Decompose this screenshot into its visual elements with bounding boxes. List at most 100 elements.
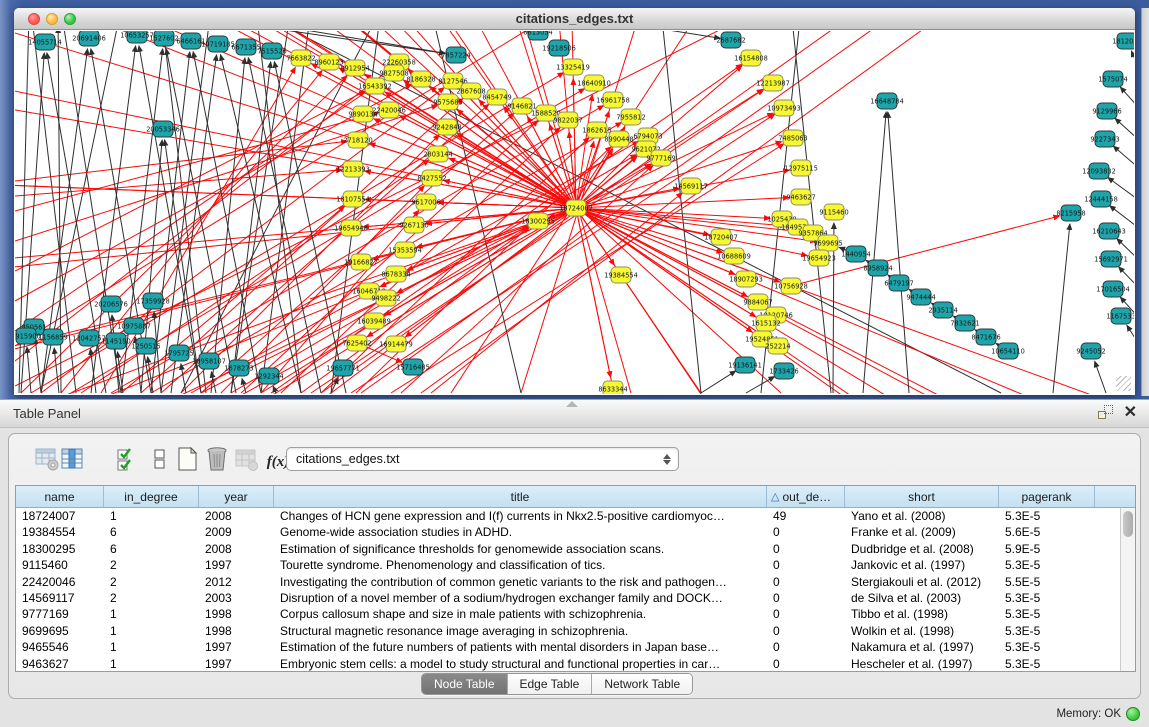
graph-node[interactable]: 18907293	[729, 271, 763, 287]
tab-node-table[interactable]: Node Table	[422, 674, 508, 694]
graph-node[interactable]: 9227343	[1090, 131, 1119, 147]
graph-node[interactable]: 16914479	[379, 336, 413, 352]
table-row[interactable]: 1830029562008Estimation of significance …	[16, 541, 1135, 557]
graph-node[interactable]: 6479197	[884, 275, 913, 291]
select-columns-icon[interactable]	[114, 445, 141, 472]
graph-node[interactable]: 19654923	[802, 250, 836, 266]
table-selector-dropdown[interactable]: citations_edges.txt	[286, 447, 679, 471]
table-row[interactable]: 977716911998Corpus callosum shape and si…	[16, 606, 1135, 622]
table-row[interactable]: 1938455462009Genome-wide association stu…	[16, 524, 1135, 540]
table-row[interactable]: 911546021997Tourette syndrome. Phenomeno…	[16, 557, 1135, 573]
table-row[interactable]: 2242004622012Investigating the contribut…	[16, 574, 1135, 590]
graph-node[interactable]: 16961758	[596, 92, 630, 108]
graph-node[interactable]: 19218506	[542, 40, 576, 56]
svg-text:9890134: 9890134	[348, 110, 377, 118]
graph-node[interactable]: 8813054	[523, 31, 552, 40]
tab-edge-table[interactable]: Edge Table	[508, 674, 593, 694]
graph-node[interactable]: 12213987	[756, 75, 790, 91]
graph-node[interactable]: 12975115	[784, 160, 818, 176]
zoom-window-button[interactable]	[64, 13, 76, 25]
row-height-icon[interactable]	[147, 445, 174, 472]
graph-node[interactable]: 2803144	[423, 146, 452, 162]
delete-table-icon[interactable]	[204, 445, 231, 472]
graph-node[interactable]: 9129966	[1092, 103, 1121, 119]
graph-node[interactable]: 1575074	[1098, 71, 1127, 87]
scrollbar-thumb[interactable]	[1123, 511, 1133, 537]
graph-node[interactable]: 14055714	[28, 34, 62, 50]
graph-node[interactable]: 8678334	[381, 266, 410, 282]
graph-node[interactable]: 9267130	[399, 217, 428, 233]
column-header-year[interactable]: year	[199, 486, 274, 507]
graph-node[interactable]: 13325419	[556, 59, 590, 75]
graph-node[interactable]: 16154808	[734, 50, 768, 66]
graph-node[interactable]: 1812054	[1112, 33, 1134, 49]
splitter-handle-icon[interactable]	[566, 401, 578, 407]
table-row[interactable]: 969969511998Structural magnetic resonanc…	[16, 623, 1135, 639]
graph-node[interactable]: 10654110	[991, 343, 1025, 359]
graph-node[interactable]: 9245052	[1076, 343, 1105, 359]
graph-node[interactable]: 7485063	[778, 130, 807, 146]
column-header-name[interactable]: name	[16, 486, 104, 507]
column-header-title[interactable]: title	[274, 486, 767, 507]
graph-node[interactable]: 9115460	[819, 204, 848, 220]
table-row[interactable]: 946362711997Embryonic stem cells: a mode…	[16, 656, 1135, 671]
svg-text:8813054: 8813054	[523, 31, 552, 36]
column-header-pagerank[interactable]: pagerank	[999, 486, 1095, 507]
graph-node[interactable]: 16648784	[870, 93, 904, 109]
graph-node[interactable]: 17359928	[136, 293, 170, 309]
memory-ok-indicator-icon[interactable]	[1126, 707, 1140, 721]
close-window-button[interactable]	[28, 13, 40, 25]
network-canvas[interactable]: 1872400776638228960123891295422260358982…	[15, 31, 1134, 394]
graph-node[interactable]: 1440954	[841, 246, 870, 262]
minimize-window-button[interactable]	[46, 13, 58, 25]
graph-node[interactable]: 18720407	[704, 229, 738, 245]
graph-node[interactable]: 1527602	[149, 31, 178, 46]
table-row[interactable]: 946554611997Estimation of the future num…	[16, 639, 1135, 655]
graph-node[interactable]: 19384554	[604, 267, 638, 283]
tab-network-table[interactable]: Network Table	[592, 674, 692, 694]
graph-node[interactable]: 8471676	[971, 329, 1000, 345]
graph-node[interactable]: 20206576	[94, 296, 128, 312]
show-columns-icon[interactable]	[59, 445, 86, 472]
graph-node[interactable]: 9575685	[433, 94, 462, 110]
graph-node[interactable]: 8215958	[1056, 205, 1085, 221]
graph-node[interactable]: 8958924	[863, 260, 892, 276]
graph-node[interactable]: 12444158	[1084, 191, 1118, 207]
graph-node[interactable]: 15716485	[396, 359, 430, 375]
graph-node[interactable]: 15353594	[388, 242, 422, 258]
table-options-icon[interactable]	[34, 445, 61, 472]
network-window-titlebar[interactable]: citations_edges.txt	[14, 8, 1135, 30]
new-table-icon[interactable]	[174, 445, 201, 472]
table-row[interactable]: 1872400712008Changes of HCN gene express…	[16, 508, 1135, 524]
svg-text:12213987: 12213987	[756, 79, 790, 87]
graph-node[interactable]: 18107554	[336, 191, 370, 207]
float-window-icon[interactable]	[1098, 405, 1114, 421]
graph-node[interactable]: 1167533	[1106, 308, 1134, 324]
graph-node[interactable]: 20691406	[72, 31, 106, 46]
graph-node[interactable]: 9474444	[906, 289, 935, 305]
graph-node[interactable]: 2687682	[716, 32, 745, 48]
graph-node[interactable]: 6671355	[231, 39, 260, 55]
svg-text:9822037: 9822037	[553, 116, 582, 124]
close-panel-icon[interactable]: ✕	[1124, 405, 1137, 421]
graph-node[interactable]: 17016504	[1096, 281, 1130, 297]
graph-node[interactable]: 19657771	[326, 360, 360, 376]
table-cell: 22420046	[16, 574, 104, 590]
graph-node[interactable]: 12213393	[336, 161, 370, 177]
graph-node[interactable]: 10719185	[201, 36, 235, 52]
vertical-scrollbar[interactable]	[1120, 508, 1135, 671]
graph-node[interactable]: 18640910	[577, 75, 611, 91]
graph-node[interactable]: 9617006	[411, 194, 440, 210]
column-header-out_de[interactable]: △out_de…	[767, 486, 845, 507]
graph-node[interactable]: 252214	[765, 338, 790, 354]
table-row[interactable]: 1456911722003Disruption of a novel membe…	[16, 590, 1135, 606]
resize-grip[interactable]	[1116, 376, 1131, 391]
graph-node[interactable]: 8633344	[598, 381, 627, 394]
table-panel-titlebar[interactable]: Table Panel ✕	[0, 399, 1149, 428]
column-header-in_degree[interactable]: in_degree	[104, 486, 199, 507]
graph-node[interactable]: 16210643	[1092, 223, 1126, 239]
graph-node[interactable]: 12093832	[1082, 163, 1116, 179]
graph-node[interactable]: 7857224	[441, 47, 470, 63]
column-header-short[interactable]: short	[845, 486, 999, 507]
graph-node[interactable]: 15692971	[1094, 251, 1128, 267]
